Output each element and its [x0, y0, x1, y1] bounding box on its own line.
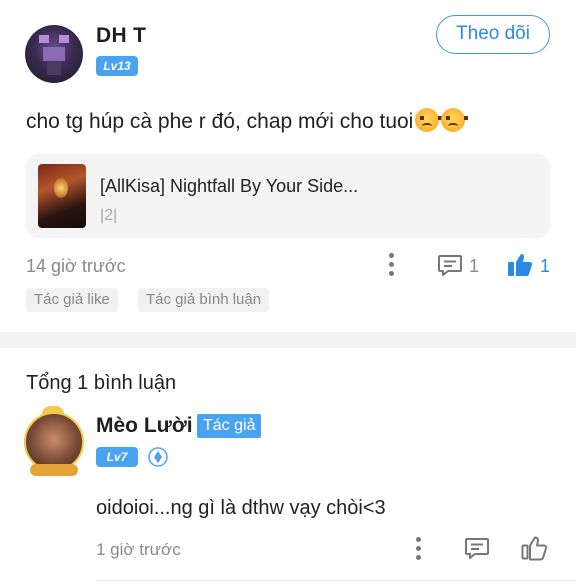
level-badge: Lv13 — [96, 56, 138, 76]
verified-shield-icon — [148, 447, 168, 467]
post-text-content: cho tg húp cà phe r đó, chap mới cho tuo… — [26, 110, 414, 133]
linked-book-card[interactable]: [AllKisa] Nightfall By Your Side... |2| — [26, 154, 550, 238]
post-text: cho tg húp cà phe r đó, chap mới cho tuo… — [26, 108, 469, 134]
comment-count: 1 — [469, 256, 480, 276]
follow-button[interactable]: Theo dõi — [436, 15, 550, 54]
book-cover-image — [38, 164, 86, 228]
more-options-icon[interactable] — [416, 537, 422, 564]
post-username[interactable]: DH T — [96, 24, 146, 48]
book-title: [AllKisa] Nightfall By Your Side... — [100, 176, 359, 196]
comment-icon[interactable] — [437, 252, 463, 278]
comment-text: oidoioi...ng gì là dthw vạy chòi<3 — [96, 497, 386, 519]
thumbs-up-icon[interactable] — [520, 534, 548, 562]
thumbs-up-icon[interactable] — [506, 251, 534, 279]
section-divider — [0, 332, 576, 348]
commenter-username[interactable]: Mèo Lười — [96, 414, 193, 438]
post-card: DH T Lv13 Theo dõi cho tg húp cà phe r đ… — [0, 0, 576, 332]
reply-icon[interactable] — [464, 535, 490, 561]
avatar-frame-badge — [30, 464, 78, 476]
comment-timestamp: 1 giờ trước — [96, 540, 181, 559]
tag-author-commented: Tác giả bình luận — [138, 288, 270, 312]
comment-total: Tổng 1 bình luận — [26, 372, 177, 394]
user-avatar[interactable] — [25, 25, 83, 83]
post-timestamp: 14 giờ trước — [26, 256, 126, 276]
tag-author-liked: Tác giả like — [26, 288, 118, 312]
commenter-avatar[interactable] — [24, 412, 84, 472]
angry-face-icon — [441, 108, 469, 132]
book-chapter: |2| — [100, 207, 118, 224]
like-count: 1 — [540, 256, 551, 276]
level-badge: Lv7 — [96, 447, 138, 467]
more-options-icon[interactable] — [389, 253, 395, 280]
author-badge: Tác giả — [197, 414, 262, 438]
comment-divider — [96, 580, 576, 581]
angry-face-icon — [415, 108, 443, 132]
